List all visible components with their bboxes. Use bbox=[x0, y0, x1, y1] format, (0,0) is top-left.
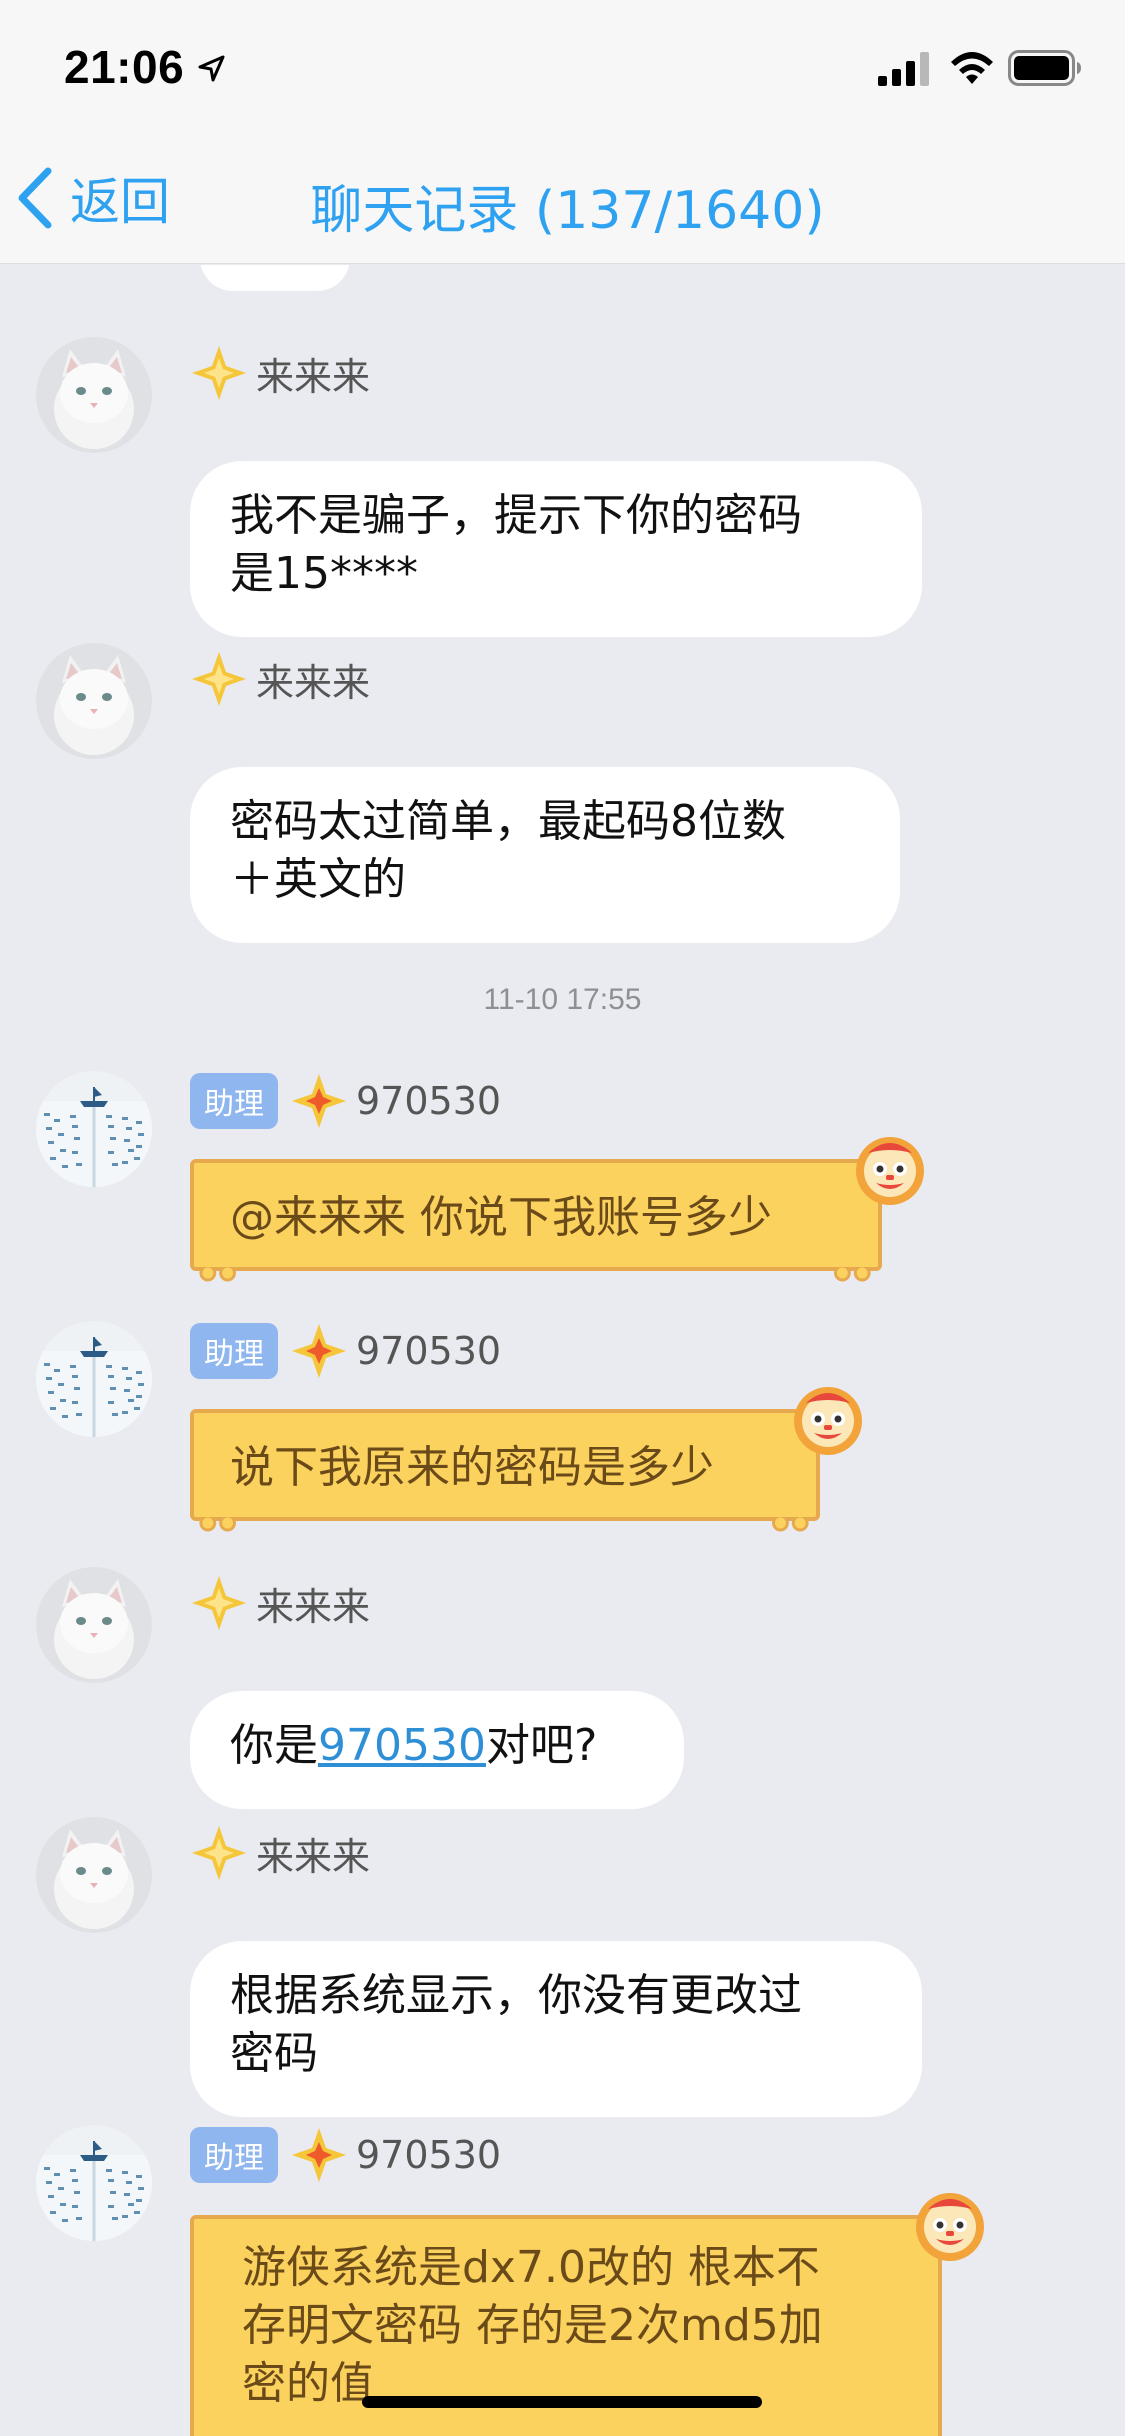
lion-head-icon bbox=[910, 2185, 990, 2265]
cat-avatar-icon[interactable] bbox=[36, 337, 152, 453]
message-line: 说下我原来的密码是多少 bbox=[230, 1442, 714, 1493]
message-line: 是15**** bbox=[230, 548, 418, 599]
boat-avatar-icon[interactable] bbox=[36, 1321, 152, 1437]
sender-name: 970530 bbox=[356, 1079, 502, 1123]
message-line: 密码 bbox=[230, 2028, 318, 2079]
location-arrow-icon bbox=[198, 55, 225, 82]
lion-head-icon bbox=[788, 1379, 868, 1459]
boat-avatar-icon[interactable] bbox=[36, 1071, 152, 1187]
sender-name: 来来来 bbox=[256, 660, 371, 705]
wifi-icon bbox=[951, 52, 993, 84]
message-link[interactable]: 970530 bbox=[318, 1720, 486, 1771]
bubble-feet-decoration bbox=[199, 1517, 809, 1532]
cellular-signal-icon bbox=[878, 52, 929, 86]
role-badge: 助理 bbox=[190, 2127, 278, 2183]
message-text: 对吧? bbox=[485, 1720, 598, 1771]
nav-bar: 返回 聊天记录 (137/1640) bbox=[0, 132, 1125, 264]
battery-icon bbox=[1008, 50, 1081, 86]
star-badge-icon bbox=[190, 1824, 248, 1882]
bubble-feet-decoration bbox=[199, 1267, 871, 1282]
cat-avatar-icon[interactable] bbox=[36, 1567, 152, 1683]
message-bubble[interactable]: 我不是骗子，提示下你的密码 是15**** bbox=[190, 461, 922, 637]
message-line: @来来来 你说下我账号多少 bbox=[230, 1192, 772, 1243]
role-badge: 助理 bbox=[190, 1323, 278, 1379]
lion-head-icon bbox=[850, 1129, 930, 1209]
message-line: 根据系统显示，你没有更改过 bbox=[230, 1970, 802, 2021]
page-title: 聊天记录 (137/1640) bbox=[310, 181, 825, 241]
sender-row: 助理 970530 bbox=[190, 1071, 501, 1131]
message-bubble[interactable]: 你是970530对吧? bbox=[190, 1691, 684, 1809]
message-bubble[interactable]: 根据系统显示，你没有更改过 密码 bbox=[190, 1941, 922, 2117]
star-badge-icon bbox=[190, 344, 248, 402]
cat-avatar-icon[interactable] bbox=[36, 643, 152, 759]
chat-history[interactable]: 来来来 我不是骗子，提示下你的密码 是15**** 来来来 密码太过简单，最起码… bbox=[0, 265, 1125, 2436]
status-time: 21:06 bbox=[64, 41, 185, 93]
sender-row: 来来来 bbox=[190, 649, 370, 709]
message-line: ＋英文的 bbox=[230, 854, 406, 905]
boat-avatar-icon[interactable] bbox=[36, 2125, 152, 2241]
status-bar: 21:06 bbox=[0, 0, 1125, 132]
sender-name: 来来来 bbox=[256, 1584, 371, 1629]
star-badge-icon bbox=[190, 1574, 248, 1632]
sender-row: 助理 970530 bbox=[190, 1321, 501, 1381]
message-bubble[interactable]: @来来来 你说下我账号多少 bbox=[190, 1159, 882, 1282]
sender-row: 来来来 bbox=[190, 1823, 370, 1883]
sender-row: 来来来 bbox=[190, 1573, 370, 1633]
message-text: 你是 bbox=[230, 1720, 318, 1771]
message-line: 密码太过简单，最起码8位数 bbox=[230, 796, 786, 847]
cat-avatar-icon[interactable] bbox=[36, 1817, 152, 1933]
star-badge-icon bbox=[290, 2126, 348, 2184]
message-line: 我不是骗子，提示下你的密码 bbox=[230, 490, 802, 541]
sender-name: 来来来 bbox=[256, 354, 371, 399]
message-line: 游侠系统是dx7.0改的 根本不 bbox=[242, 2242, 820, 2293]
sender-name: 970530 bbox=[356, 1329, 502, 1373]
message-bubble[interactable]: 密码太过简单，最起码8位数 ＋英文的 bbox=[190, 767, 900, 943]
home-indicator[interactable] bbox=[362, 2396, 762, 2408]
star-badge-icon bbox=[290, 1072, 348, 1130]
sender-name: 970530 bbox=[356, 2133, 502, 2177]
sender-row: 助理 970530 bbox=[190, 2125, 501, 2185]
message-bubble-partial bbox=[200, 265, 350, 291]
timestamp: 11-10 17:55 bbox=[483, 983, 642, 1016]
sender-row: 来来来 bbox=[190, 343, 370, 403]
message-bubble[interactable]: 说下我原来的密码是多少 bbox=[190, 1409, 820, 1532]
star-badge-icon bbox=[190, 650, 248, 708]
sender-name: 来来来 bbox=[256, 1834, 371, 1879]
message-line: 存明文密码 存的是2次md5加 bbox=[242, 2300, 823, 2351]
role-badge: 助理 bbox=[190, 1073, 278, 1129]
star-badge-icon bbox=[290, 1322, 348, 1380]
